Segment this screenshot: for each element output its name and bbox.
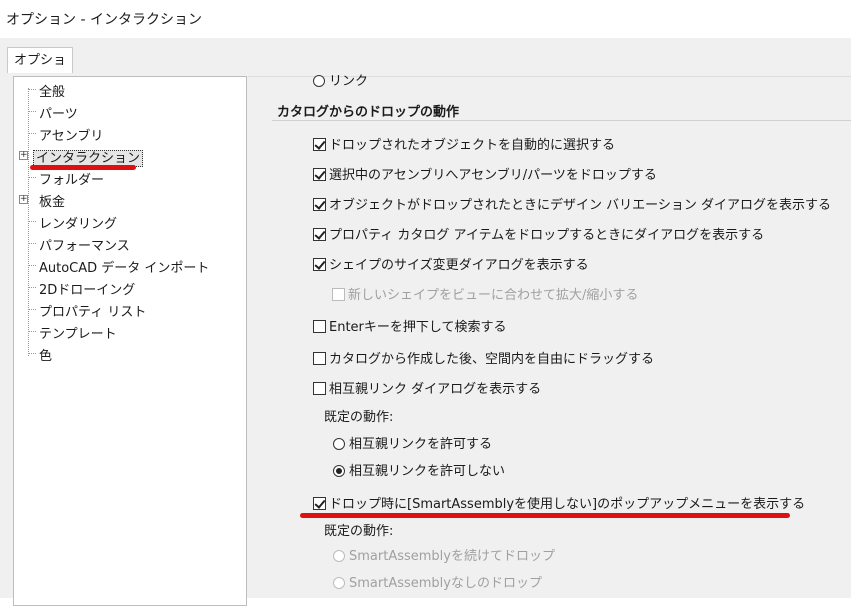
checkbox-free-drag[interactable]: カタログから作成した後、空間内を自由にドラッグする bbox=[313, 348, 654, 367]
tree-guide-line bbox=[28, 88, 29, 356]
expand-plus-icon[interactable]: + bbox=[19, 151, 28, 160]
checkbox-icon bbox=[313, 352, 326, 365]
section-title: カタログからのドロップの動作 bbox=[277, 105, 460, 120]
settings-panel bbox=[248, 76, 851, 596]
radio-selected-icon bbox=[333, 465, 345, 477]
tree-item-color[interactable]: 色 bbox=[37, 345, 54, 364]
checkbox-fit-to-view: 新しいシェイプをビューに合わせて拡大/縮小する bbox=[332, 284, 638, 303]
radio-icon bbox=[313, 75, 325, 87]
default-action-label-2: 既定の動作: bbox=[324, 524, 394, 539]
checkbox-checked-icon bbox=[313, 258, 326, 271]
checkbox-mutual-link-dialog[interactable]: 相互親リンク ダイアログを表示する bbox=[313, 378, 541, 397]
tree-item-interaction[interactable]: インタラクション bbox=[33, 147, 144, 167]
checkbox-checked-icon bbox=[313, 198, 326, 211]
tree-item-assembly[interactable]: アセンブリ bbox=[37, 125, 105, 144]
section-divider bbox=[272, 120, 851, 121]
tree-item-sheetmetal[interactable]: 板金 bbox=[37, 191, 67, 210]
checkbox-popup-menu[interactable]: ドロップ時に[SmartAssemblyを使用しない]のポップアップメニューを表… bbox=[313, 493, 805, 512]
red-underline-annotation bbox=[300, 513, 790, 518]
checkbox-auto-select[interactable]: ドロップされたオブジェクトを自動的に選択する bbox=[313, 134, 615, 153]
checkbox-icon bbox=[313, 320, 326, 333]
tree-item-autocad-import[interactable]: AutoCAD データ インポート bbox=[37, 257, 211, 276]
default-action-label: 既定の動作: bbox=[324, 410, 394, 425]
checkbox-disabled-icon bbox=[332, 288, 345, 301]
radio-icon bbox=[333, 438, 345, 450]
window-title: オプション - インタラクション bbox=[6, 12, 202, 28]
radio-smartassembly-none: SmartAssemblyなしのドロップ bbox=[333, 572, 542, 591]
tree-item-performance[interactable]: パフォーマンス bbox=[37, 235, 132, 254]
tree-item-rendering[interactable]: レンダリング bbox=[37, 213, 119, 232]
tree-item-general[interactable]: 全般 bbox=[37, 81, 67, 100]
tree-item-property-list[interactable]: プロパティ リスト bbox=[37, 301, 148, 320]
checkbox-checked-icon bbox=[313, 168, 326, 181]
checkbox-enter-search[interactable]: Enterキーを押下して検索する bbox=[313, 316, 507, 335]
expand-plus-icon[interactable]: + bbox=[19, 195, 28, 204]
tree-item-2d-drawing[interactable]: 2Dドローイング bbox=[37, 279, 137, 298]
tree-item-parts[interactable]: パーツ bbox=[37, 103, 80, 122]
title-bar: オプション - インタラクション bbox=[0, 0, 851, 38]
tree-item-folder[interactable]: フォルダー bbox=[37, 169, 106, 188]
radio-disabled-icon bbox=[333, 577, 345, 589]
checkbox-checked-icon bbox=[313, 228, 326, 241]
checkbox-resize-dialog[interactable]: シェイプのサイズ変更ダイアログを表示する bbox=[313, 254, 589, 273]
tab-options[interactable]: オプション bbox=[7, 47, 73, 94]
checkbox-property-dialog[interactable]: プロパティ カタログ アイテムをドロップするときにダイアログを表示する bbox=[313, 224, 764, 243]
tree-item-template[interactable]: テンプレート bbox=[37, 323, 119, 342]
checkbox-checked-icon bbox=[313, 497, 326, 510]
checkbox-design-variation-dialog[interactable]: オブジェクトがドロップされたときにデザイン バリエーション ダイアログを表示する bbox=[313, 194, 831, 213]
radio-disallow-mutual-link[interactable]: 相互親リンクを許可しない bbox=[333, 460, 505, 479]
checkbox-drop-into-assembly[interactable]: 選択中のアセンブリへアセンブリ/パーツをドロップする bbox=[313, 164, 657, 183]
radio-link-partial[interactable]: リンク bbox=[313, 70, 368, 89]
checkbox-checked-icon bbox=[313, 138, 326, 151]
radio-allow-mutual-link[interactable]: 相互親リンクを許可する bbox=[333, 433, 492, 452]
radio-disabled-icon bbox=[333, 550, 345, 562]
radio-smartassembly-continue: SmartAssemblyを続けてドロップ bbox=[333, 545, 555, 564]
checkbox-icon bbox=[313, 382, 326, 395]
